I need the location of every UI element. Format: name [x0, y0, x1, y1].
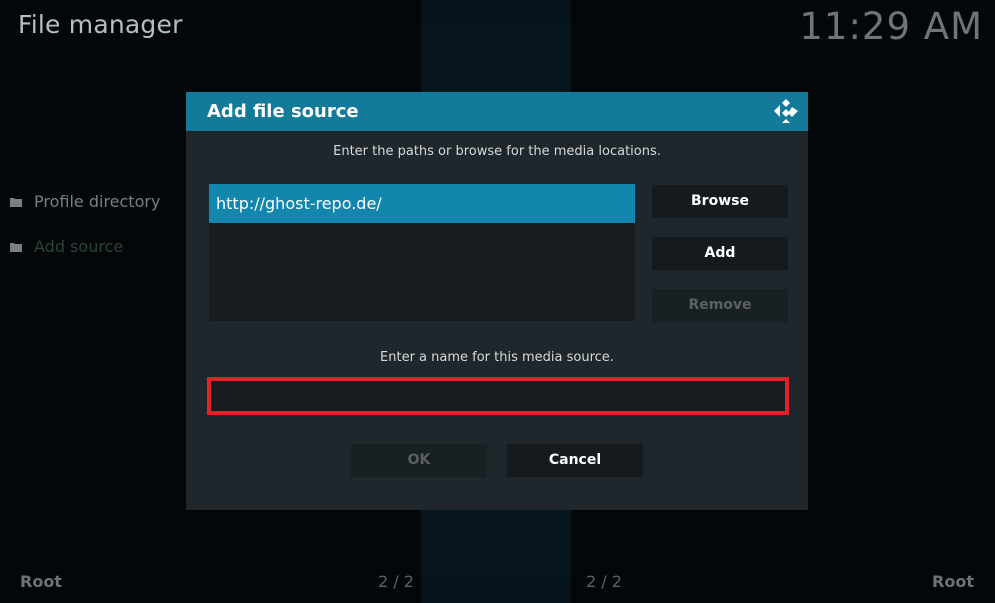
path-item-selected[interactable]: http://ghost-repo.de/	[209, 184, 635, 223]
footer-count-right: 2 / 2	[586, 572, 622, 591]
cancel-button[interactable]: Cancel	[507, 444, 643, 477]
name-instruction: Enter a name for this media source.	[380, 350, 614, 365]
source-name-input[interactable]	[207, 377, 789, 415]
dialog-header: Add file source	[186, 92, 808, 131]
kodi-logo-icon	[773, 98, 799, 124]
clock: 11:29 AM	[799, 5, 983, 48]
footer-root-right: Root	[932, 572, 974, 591]
ok-button[interactable]: OK	[351, 444, 487, 477]
footer-root-left: Root	[20, 572, 62, 591]
sidebar-item-label: Add source	[34, 237, 124, 256]
sidebar-item-profile-directory[interactable]: Profile directory	[10, 192, 160, 211]
folder-icon	[10, 242, 22, 252]
sidebar-item-label: Profile directory	[34, 192, 161, 211]
footer-count-left: 2 / 2	[378, 572, 414, 591]
add-button[interactable]: Add	[652, 237, 788, 270]
folder-icon	[10, 197, 22, 207]
browse-button[interactable]: Browse	[652, 185, 788, 218]
app-title: File manager	[18, 10, 183, 39]
paths-instruction: Enter the paths or browse for the media …	[333, 144, 661, 159]
dialog-title: Add file source	[207, 101, 359, 122]
add-file-source-dialog: Add file source Enter the paths or brows…	[186, 92, 808, 510]
remove-button[interactable]: Remove	[652, 289, 788, 322]
sidebar-item-add-source[interactable]: Add source	[10, 237, 123, 256]
path-list[interactable]: http://ghost-repo.de/	[209, 184, 635, 321]
